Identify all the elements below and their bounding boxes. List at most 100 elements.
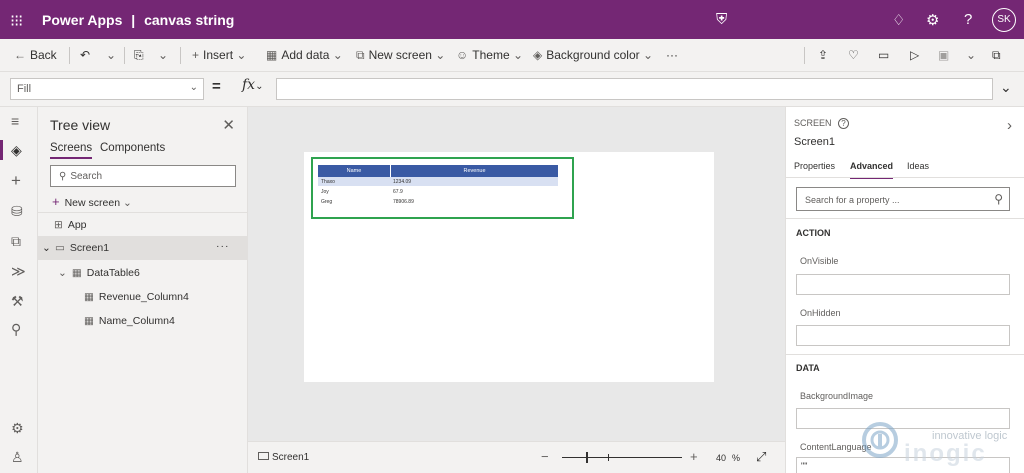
table-row[interactable]: Thaxo 1234.09 [318,177,558,186]
zoom-slider-thumb[interactable] [586,452,588,463]
zoom-out-button[interactable]: − [541,449,549,464]
search-icon[interactable]: ⚲ [11,321,21,338]
new-screen-button[interactable]: + New screen ⌄ [52,194,137,209]
divider [786,218,1024,219]
design-canvas[interactable]: Name Revenue Thaxo 1234.09 Joy 67.9 Greg… [248,107,785,441]
zoom-slider[interactable] [562,457,682,458]
back-button[interactable]: ← Back [14,48,57,62]
zoom-slider-tick [608,454,609,461]
tree-view-icon[interactable]: ◈ [11,142,22,159]
new-screen-label: New screen [64,197,121,209]
column-header-revenue[interactable]: Revenue [391,168,558,174]
tree-node-label: App [67,219,87,231]
close-icon[interactable]: ✕ [222,116,235,134]
screen-icon: ▭ [55,242,65,254]
plus-icon: + [52,194,60,209]
tree-search-input[interactable]: ⚲ Search [50,165,236,187]
tree-view-pane: Tree view ✕ Screens Components ⚲ Search +… [38,107,248,473]
settings-icon[interactable]: ⚙ [11,420,24,437]
tree-node-screen1[interactable]: ⌄ ▭ Screen1 ··· [38,236,247,260]
column-header-name[interactable]: Name [318,168,390,174]
hamburger-icon[interactable]: ≡ [11,113,19,129]
tab-components[interactable]: Components [100,142,165,154]
chevron-down-icon[interactable]: ⌄ [966,48,976,62]
watermark-logo: inogic [904,440,987,467]
control-name: Screen1 [794,136,835,148]
property-search-input[interactable]: Search for a property ... ⚲ [796,187,1010,211]
settings-icon[interactable]: ⚙ [926,11,939,29]
status-screen-name: Screen1 [272,452,310,463]
chevron-down-icon: ⌄ [189,82,198,93]
table-row[interactable]: Joy 67.9 [318,187,558,196]
paste-icon[interactable]: ⎘ [134,48,144,63]
onvisible-field[interactable] [796,274,1010,295]
undo-icon[interactable]: ↶ [80,48,90,62]
expand-formula-icon[interactable]: ⌄ [1000,79,1012,96]
chevron-right-icon[interactable]: › [1007,117,1012,134]
data-icon[interactable]: ⛁ [11,203,23,220]
tree-node-revenue-column4[interactable]: ▦ Revenue_Column4 [84,291,189,303]
tree-node-datatable6[interactable]: ⌄ ▦ DataTable6 [58,267,140,279]
insert-icon[interactable]: + [11,171,21,191]
app-launcher-icon[interactable]: ⁝⁝⁝ [10,11,23,31]
notifications-icon[interactable]: ♢ [892,11,905,29]
play-icon[interactable]: ▷ [910,48,919,62]
divider [124,47,125,64]
formula-input[interactable] [276,78,993,100]
tree-node-name-column4[interactable]: ▦ Name_Column4 [84,315,175,327]
search-icon: ⚲ [994,192,1003,206]
app-icon: ⊞ [54,219,63,231]
chevron-down-icon: ⌄ [642,48,654,62]
help-icon[interactable]: ? [964,11,972,28]
tree-node-row: ▭ Screen1 [55,242,109,254]
tools-icon[interactable]: ⚒ [11,293,24,310]
section-action: ACTION [796,228,831,238]
add-data-label: Add data [281,48,330,62]
new-screen-button[interactable]: ⧉ New screen ⌄ [356,48,449,63]
onhidden-field[interactable] [796,325,1010,346]
cell-revenue: 67.9 [393,189,403,195]
tab-ideas[interactable]: Ideas [907,161,929,171]
chevron-down-icon[interactable]: ⌄ [106,48,116,62]
property-select[interactable]: Fill ⌄ [10,78,204,100]
property-search-placeholder: Search for a property ... [805,195,900,205]
chevron-down-icon[interactable]: ⌄ [42,242,51,254]
virtual-agent-icon[interactable]: ♙ [11,449,24,466]
cell-name: Joy [321,189,329,195]
label-backgroundimage: BackgroundImage [800,391,874,401]
tree-node-app[interactable]: ⊞ App [54,219,87,231]
search-icon: ⚲ [59,171,67,182]
avatar[interactable]: SK [992,8,1016,32]
power-automate-icon[interactable]: ≫ [11,263,26,280]
environment-icon[interactable]: ⛨ [716,11,727,28]
divider [786,354,1024,355]
tab-properties[interactable]: Properties [794,161,835,171]
more-button[interactable]: ··· [666,48,678,62]
function-button[interactable]: fx⌄ [242,77,263,93]
insert-button[interactable]: + Insert ⌄ [192,48,250,62]
theme-button[interactable]: ☺ Theme ⌄ [456,48,527,62]
divider [180,47,181,64]
table-row[interactable]: Greg 78906.89 [318,197,558,206]
background-color-button[interactable]: ◈ Background color ⌄ [533,48,657,62]
chevron-down-icon[interactable]: ⌄ [158,48,168,62]
fit-to-window-icon[interactable]: ⤢ [756,449,766,465]
chevron-down-icon: ⌄ [512,48,524,62]
more-options-icon[interactable]: ··· [216,240,230,252]
zoom-unit: % [732,453,741,463]
help-icon[interactable]: ? [838,118,850,129]
screen-selector[interactable]: Screen1 [258,452,309,463]
publish-icon[interactable]: ⧉ [992,48,1001,63]
data-table[interactable]: Name Revenue Thaxo 1234.09 Joy 67.9 Greg… [311,157,574,219]
share-icon[interactable]: ⇪ [818,48,828,62]
comments-icon[interactable]: ▭ [878,48,889,62]
add-data-button[interactable]: ▦ Add data ⌄ [266,48,347,62]
zoom-in-button[interactable]: + [690,449,698,464]
tab-screens[interactable]: Screens [50,142,93,159]
save-icon[interactable]: ▣ [938,48,949,62]
media-icon[interactable]: ⧉ [11,233,21,250]
app-screen[interactable]: Name Revenue Thaxo 1234.09 Joy 67.9 Greg… [304,152,714,382]
chevron-down-icon: ⌄ [332,48,343,62]
app-checker-icon[interactable]: ♡ [848,48,859,62]
logo-emblem-icon [862,422,898,458]
